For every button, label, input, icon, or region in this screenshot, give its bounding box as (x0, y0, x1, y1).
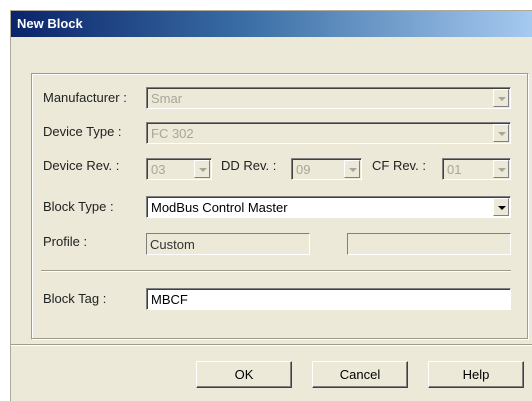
new-block-dialog: New Block Manufacturer : Smar Device Typ… (10, 10, 532, 401)
profile-secondary-field (347, 233, 511, 255)
group-separator (41, 270, 511, 272)
cf-rev-dropdown-button (493, 160, 509, 178)
profile-value: Custom (150, 237, 195, 252)
device-type-value: FC 302 (151, 126, 194, 141)
block-tag-input[interactable]: MBCF (146, 288, 511, 310)
device-rev-label: Device Rev. : (43, 158, 120, 173)
profile-field: Custom (146, 233, 310, 255)
device-type-combo: FC 302 (146, 122, 511, 144)
device-rev-value: 03 (151, 162, 166, 177)
manufacturer-value: Smar (151, 91, 183, 106)
cf-rev-combo: 01 (442, 158, 511, 180)
device-type-label: Device Type : (43, 124, 122, 139)
manufacturer-dropdown-button (493, 89, 509, 107)
dd-rev-combo: 09 (291, 158, 362, 180)
manufacturer-label: Manufacturer : (43, 90, 127, 105)
chevron-down-icon (498, 206, 506, 210)
block-type-select[interactable]: ModBus Control Master (146, 196, 511, 218)
chevron-down-icon (498, 97, 506, 101)
chevron-down-icon (199, 168, 207, 172)
profile-label: Profile : (43, 234, 88, 249)
dd-rev-dropdown-button (344, 160, 360, 178)
device-type-dropdown-button (493, 124, 509, 142)
block-type-label: Block Type : (43, 199, 114, 214)
block-tag-label: Block Tag : (43, 291, 107, 306)
chevron-down-icon (349, 168, 357, 172)
device-rev-combo: 03 (146, 158, 212, 180)
manufacturer-combo: Smar (146, 87, 511, 109)
cf-rev-label: CF Rev. : (372, 158, 426, 173)
ok-button[interactable]: OK (196, 361, 292, 388)
dd-rev-value: 09 (296, 162, 311, 177)
window-title: New Block (17, 16, 83, 31)
block-type-dropdown-button[interactable] (493, 198, 509, 216)
help-button[interactable]: Help (428, 361, 524, 388)
chevron-down-icon (498, 132, 506, 136)
button-separator (11, 344, 532, 346)
device-rev-dropdown-button (194, 160, 210, 178)
block-type-value: ModBus Control Master (151, 200, 288, 215)
dd-rev-label: DD Rev. : (221, 158, 277, 173)
title-bar[interactable]: New Block (11, 11, 532, 37)
cf-rev-value: 01 (447, 162, 462, 177)
cancel-button[interactable]: Cancel (312, 361, 408, 388)
block-tag-value: MBCF (151, 292, 188, 307)
chevron-down-icon (498, 168, 506, 172)
